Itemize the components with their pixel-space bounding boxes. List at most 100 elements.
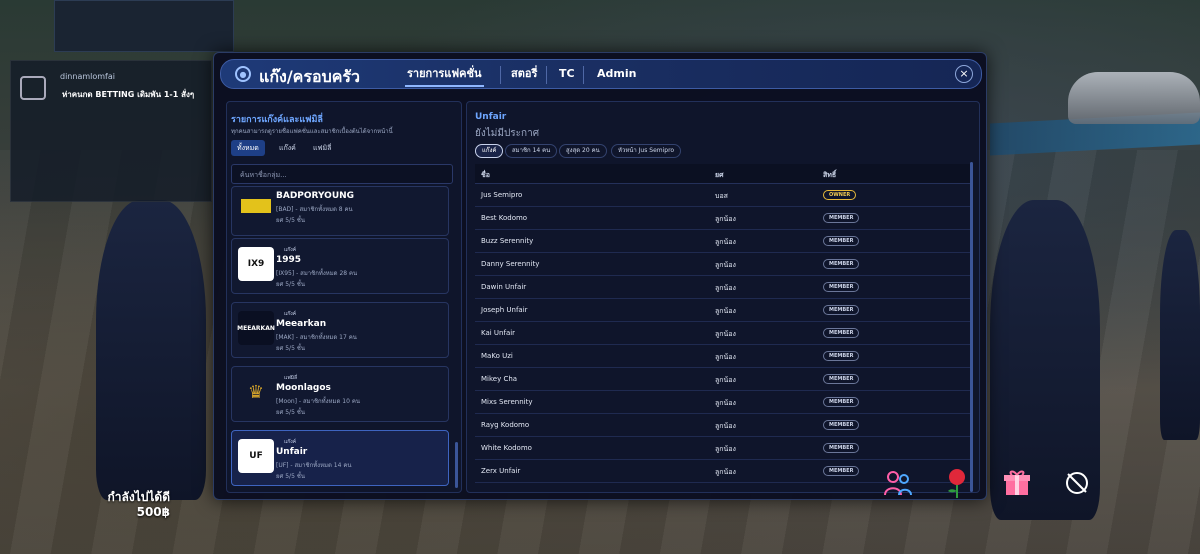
member-role-badge: MEMBER (823, 328, 860, 338)
faction-detail-panel: Unfair ยังไม่มีประกาศ แก๊งค์ สมาชิก 14 ค… (466, 101, 980, 493)
stream-username: dinnamlomfai (60, 72, 115, 81)
member-rank: ลูกน้อง (715, 330, 736, 338)
member-name: Danny Serennity (481, 260, 540, 268)
tab-faction-list[interactable]: รายการแฟคชั่น (405, 67, 484, 87)
faction-rank: ยศ 5/5 ชั้น (276, 345, 305, 352)
faction-name: Meearkan (276, 319, 327, 329)
member-row[interactable]: Dawin Unfair ลูกน้อง MEMBER (475, 276, 971, 299)
filter-gang[interactable]: แก๊งค์ (273, 140, 302, 156)
tab-divider (583, 66, 584, 84)
member-row[interactable]: Danny Serennity ลูกน้อง MEMBER (475, 253, 971, 276)
rose-icon[interactable] (940, 466, 974, 500)
faction-rank: ยศ 5/5 ชั้น (276, 473, 305, 480)
faction-type: แก๊งค์ (284, 311, 297, 317)
shield-icon: ● (235, 66, 251, 82)
member-row[interactable]: Mikey Cha ลูกน้อง MEMBER (475, 368, 971, 391)
member-role-badge: MEMBER (823, 466, 860, 476)
member-row[interactable]: Best Kodomo ลูกน้อง MEMBER (475, 207, 971, 230)
member-role-badge: MEMBER (823, 305, 860, 315)
member-row[interactable]: Kai Unfair ลูกน้อง MEMBER (475, 322, 971, 345)
faction-card[interactable]: ♛ แฟมิลี่ Moonlagos [Moon] - สมาชิกทั้งห… (231, 366, 449, 422)
member-role-badge: MEMBER (823, 374, 860, 384)
list-scrollbar[interactable] (455, 442, 458, 488)
member-rank: ลูกน้อง (715, 445, 736, 453)
column-role: สิทธิ์ (823, 171, 837, 179)
tab-divider (500, 66, 501, 84)
faction-list-panel: รายการแก๊งค์และแฟมิลี่ ทุกคนสามารถดูรายช… (226, 101, 462, 493)
faction-name: BADPORYOUNG (276, 191, 355, 201)
money-label: กำลังไปได้ดี (107, 490, 171, 504)
faction-desc: [UF] - สมาชิกทั้งหมด 14 คน (276, 462, 352, 469)
member-rank: ลูกน้อง (715, 307, 736, 315)
filter-family[interactable]: แฟมิลี่ (307, 140, 337, 156)
faction-desc: [BAD] - สมาชิกทั้งหมด 8 คน (276, 206, 353, 213)
background-character (96, 200, 206, 500)
money-display: กำลังไปได้ดี 500฿ (100, 490, 171, 520)
member-rank: ลูกน้อง (715, 284, 736, 292)
faction-logo: ♛ (247, 381, 265, 403)
member-rank: ลูกน้อง (715, 399, 736, 407)
faction-card[interactable]: IX9 แก๊งค์ 1995 [IX95] - สมาชิกทั้งหมด 2… (231, 238, 449, 294)
tab-story[interactable]: สตอรี่ (509, 67, 539, 87)
member-role-badge: MEMBER (823, 213, 860, 223)
member-name: White Kodomo (481, 444, 532, 452)
search-input[interactable]: ค้นหาชื่อกลุ่ม... (231, 164, 453, 184)
chip-member-count: สมาชิก 14 คน (505, 144, 558, 158)
stream-camera (54, 0, 234, 52)
member-row[interactable]: Rayg Kodomo ลูกน้อง MEMBER (475, 414, 971, 437)
member-row[interactable]: White Kodomo ลูกน้อง MEMBER (475, 437, 971, 460)
column-name: ชื่อ (481, 171, 490, 179)
faction-desc: [MAK] - สมาชิกทั้งหมด 17 คน (276, 334, 357, 341)
member-name: Jus Semipro (481, 191, 523, 199)
column-rank: ยศ (715, 171, 724, 179)
gift-icon[interactable] (1000, 466, 1034, 500)
faction-card-selected[interactable]: UF แก๊งค์ Unfair [UF] - สมาชิกทั้งหมด 14… (231, 430, 449, 486)
faction-logo: UF (238, 439, 274, 473)
tab-divider (546, 66, 547, 84)
faction-name: 1995 (276, 255, 302, 265)
member-name: Best Kodomo (481, 214, 528, 222)
faction-name: Unfair (276, 447, 308, 457)
member-rank: ลูกน้อง (715, 376, 736, 384)
member-name: Kai Unfair (481, 329, 516, 337)
faction-type: แก๊งค์ (284, 247, 297, 253)
close-button[interactable]: × (955, 65, 973, 83)
faction-panel: ● แก๊ง/ครอบครัว รายการแฟคชั่น สตอรี่ TC … (213, 52, 987, 500)
faction-type: แฟมิลี่ (284, 375, 298, 381)
faction-rank: ยศ 5/5 ชั้น (276, 409, 305, 416)
member-name: Joseph Unfair (481, 306, 528, 314)
member-role-badge: MEMBER (823, 397, 860, 407)
member-name: MaKo Uzi (481, 352, 513, 360)
member-row[interactable]: MaKo Uzi ลูกน้อง MEMBER (475, 345, 971, 368)
stream-checkbox-icon (20, 76, 46, 100)
faction-card[interactable]: BADPORYOUNG [BAD] - สมาชิกทั้งหมด 8 คน ย… (231, 186, 449, 236)
detail-announcement: ยังไม่มีประกาศ (475, 128, 540, 139)
member-row[interactable]: Mixs Serennity ลูกน้อง MEMBER (475, 391, 971, 414)
friends-icon[interactable] (881, 466, 915, 500)
member-role-badge: MEMBER (823, 259, 860, 269)
chip-max-members: สูงสุด 20 คน (559, 144, 607, 158)
member-name: Mixs Serennity (481, 398, 533, 406)
member-rank: ลูกน้อง (715, 422, 736, 430)
member-rank: ลูกน้อง (715, 238, 736, 246)
member-table-header: ชื่อ ยศ สิทธิ์ (475, 164, 971, 184)
faction-card[interactable]: MEEARKAN แก๊งค์ Meearkan [MAK] - สมาชิกท… (231, 302, 449, 358)
member-row[interactable]: Joseph Unfair ลูกน้อง MEMBER (475, 299, 971, 322)
tab-tc[interactable]: TC (557, 67, 577, 87)
member-role-badge: MEMBER (823, 282, 860, 292)
background-character (1160, 230, 1200, 440)
stream-message: ห่าคนกด BETTING เดิมพัน 1-1 สั่งๆ (62, 90, 195, 99)
filter-all[interactable]: ทั้งหมด (231, 140, 265, 156)
member-role-badge: OWNER (823, 190, 857, 200)
member-name: Rayg Kodomo (481, 421, 530, 429)
list-title: รายการแก๊งค์และแฟมิลี่ (231, 115, 323, 125)
background-car (1068, 72, 1200, 124)
member-row[interactable]: Jus Semipro บอส OWNER (475, 184, 971, 207)
member-scrollbar[interactable] (970, 162, 973, 492)
hide-icon[interactable] (1060, 466, 1094, 500)
tab-admin[interactable]: Admin (595, 67, 638, 87)
faction-rank: ยศ 5/5 ชั้น (276, 217, 305, 224)
faction-type: แก๊งค์ (284, 439, 297, 445)
member-row[interactable]: Buzz Serennity ลูกน้อง MEMBER (475, 230, 971, 253)
member-name: Buzz Serennity (481, 237, 534, 245)
